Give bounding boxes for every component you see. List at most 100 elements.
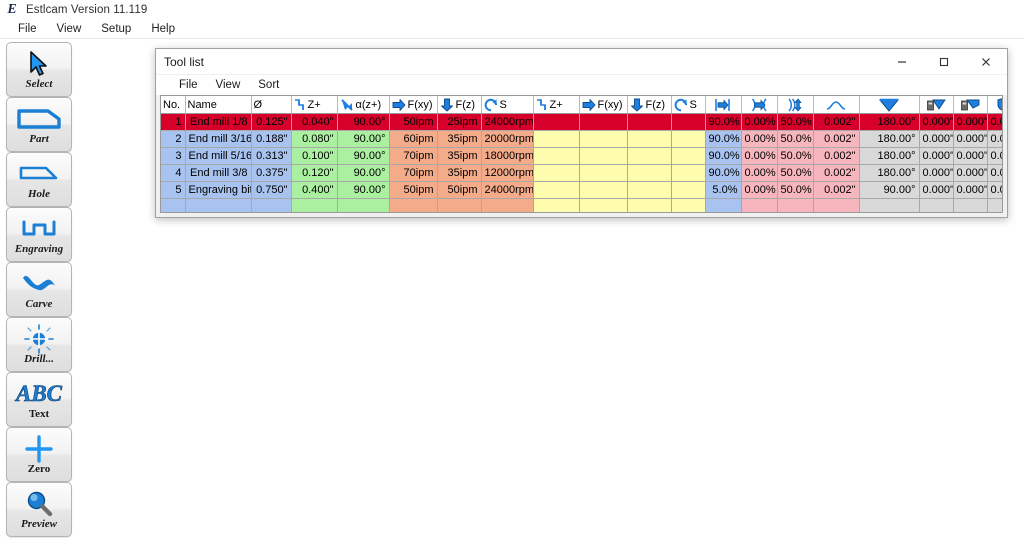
tool-table-scroll[interactable]: No. Name Ø Z+ α(z+) F(xy) F(z) S Z+ F(xy) F(z) S 1E… [160, 95, 1003, 213]
cell-p7[interactable] [953, 198, 988, 213]
cell-p8[interactable]: 0.000" [987, 113, 1002, 131]
cell-zplus2[interactable] [533, 147, 580, 165]
minimize-button[interactable] [881, 49, 923, 74]
column-header-p3[interactable] [777, 96, 814, 114]
sidebar-item-engraving[interactable]: Engraving [6, 207, 72, 262]
cell-fxy2[interactable] [579, 181, 628, 199]
cell-fz2[interactable] [627, 147, 672, 165]
cell-s2[interactable] [671, 113, 706, 131]
cell-p5[interactable]: 90.00° [859, 181, 920, 199]
cell-p4[interactable]: 0.002" [813, 147, 860, 165]
cell-p1[interactable]: 90.0% [705, 130, 742, 148]
cell-az[interactable]: 90.00° [337, 164, 390, 182]
cell-p6[interactable]: 0.000" [919, 147, 954, 165]
cell-p6[interactable]: 0.000" [919, 113, 954, 131]
cell-p5[interactable]: 180.00° [859, 113, 920, 131]
cell-fxy[interactable] [389, 198, 438, 213]
cell-az[interactable]: 90.00° [337, 113, 390, 131]
cell-p4[interactable]: 0.002" [813, 130, 860, 148]
cell-p8[interactable]: 0.000" [987, 130, 1002, 148]
cell-p6[interactable] [919, 198, 954, 213]
cell-dia[interactable]: 0.313" [251, 147, 292, 165]
table-row[interactable]: 2 End mill 3/16 0.188" 0.080" 90.00° 60ipm 35i… [161, 130, 1002, 148]
cell-no[interactable]: 1 [161, 113, 186, 131]
sidebar-item-drill[interactable]: Drill... [6, 317, 72, 372]
cell-dia[interactable]: 0.750" [251, 181, 292, 199]
cell-s[interactable] [481, 198, 534, 213]
cell-p2[interactable]: 0.00% [741, 164, 778, 182]
cell-fz2[interactable] [627, 113, 672, 131]
cell-dia[interactable]: 0.375" [251, 164, 292, 182]
cell-p5[interactable] [859, 198, 920, 213]
cell-fz2[interactable] [627, 198, 672, 213]
cell-az[interactable] [337, 198, 390, 213]
cell-name[interactable]: End mill 3/8 [185, 164, 252, 182]
cell-p2[interactable]: 0.00% [741, 147, 778, 165]
cell-p3[interactable]: 50.0% [777, 164, 814, 182]
cell-s[interactable]: 24000rpm [481, 113, 534, 131]
cell-p5[interactable]: 180.00° [859, 147, 920, 165]
column-header-name[interactable]: Name [185, 96, 252, 114]
table-row[interactable]: 4 End mill 3/8 0.375" 0.120" 90.00° 70ipm 35ip… [161, 164, 1002, 182]
dialog-menu-sort[interactable]: Sort [249, 77, 288, 93]
sidebar-item-carve[interactable]: Carve [6, 262, 72, 317]
cell-zplus[interactable]: 0.040" [291, 113, 338, 131]
cell-name[interactable]: End mill 3/16 [185, 130, 252, 148]
cell-zplus2[interactable] [533, 113, 580, 131]
column-header-p7[interactable] [953, 96, 988, 114]
cell-p7[interactable]: 0.000" [953, 164, 988, 182]
cell-p1[interactable]: 90.0% [705, 113, 742, 131]
cell-p3[interactable]: 50.0% [777, 113, 814, 131]
cell-s[interactable]: 18000rpm [481, 147, 534, 165]
cell-fz[interactable] [437, 198, 482, 213]
sidebar-item-part[interactable]: Part [6, 97, 72, 152]
column-header-s[interactable]: S [481, 96, 534, 114]
cell-p1[interactable] [705, 198, 742, 213]
cell-p6[interactable]: 0.000" [919, 181, 954, 199]
column-header-p5[interactable] [859, 96, 920, 114]
cell-az[interactable]: 90.00° [337, 147, 390, 165]
column-header-zplus[interactable]: Z+ [291, 96, 338, 114]
cell-p8[interactable]: 0.000" [987, 164, 1002, 182]
cell-fz2[interactable] [627, 164, 672, 182]
column-header-p8[interactable] [987, 96, 1002, 114]
cell-name[interactable]: End mill 5/16 [185, 147, 252, 165]
table-row[interactable] [161, 198, 1002, 213]
cell-fz[interactable]: 35ipm [437, 147, 482, 165]
cell-p7[interactable]: 0.000" [953, 181, 988, 199]
column-header-p1[interactable] [705, 96, 742, 114]
cell-fz2[interactable] [627, 181, 672, 199]
table-row[interactable]: 3 End mill 5/16 0.313" 0.100" 90.00° 70ipm 35i… [161, 147, 1002, 165]
column-header-p2[interactable] [741, 96, 778, 114]
cell-dia[interactable]: 0.188" [251, 130, 292, 148]
maximize-button[interactable] [923, 49, 965, 74]
column-header-no[interactable]: No. [161, 96, 186, 114]
cell-p7[interactable]: 0.000" [953, 147, 988, 165]
cell-zplus2[interactable] [533, 198, 580, 213]
cell-p4[interactable] [813, 198, 860, 213]
close-button[interactable] [965, 49, 1007, 74]
cell-p6[interactable]: 0.000" [919, 130, 954, 148]
cell-fxy2[interactable] [579, 198, 628, 213]
cell-zplus2[interactable] [533, 130, 580, 148]
cell-p2[interactable]: 0.00% [741, 130, 778, 148]
cell-name[interactable]: Engraving bit [185, 181, 252, 199]
cell-s2[interactable] [671, 147, 706, 165]
column-header-fz[interactable]: F(z) [437, 96, 482, 114]
column-header-zplus2[interactable]: Z+ [533, 96, 580, 114]
menu-file[interactable]: File [8, 21, 47, 37]
sidebar-item-select[interactable]: Select [6, 42, 72, 97]
cell-fxy[interactable]: 70ipm [389, 147, 438, 165]
cell-s[interactable]: 24000rpm [481, 181, 534, 199]
menu-help[interactable]: Help [141, 21, 185, 37]
cell-zplus2[interactable] [533, 181, 580, 199]
cell-p1[interactable]: 90.0% [705, 164, 742, 182]
cell-p2[interactable] [741, 198, 778, 213]
cell-p4[interactable]: 0.002" [813, 181, 860, 199]
cell-fz[interactable]: 35ipm [437, 164, 482, 182]
cell-fxy2[interactable] [579, 130, 628, 148]
cell-dia[interactable]: 0.125" [251, 113, 292, 131]
cell-p3[interactable]: 50.0% [777, 147, 814, 165]
cell-fz[interactable]: 50ipm [437, 181, 482, 199]
cell-fxy2[interactable] [579, 113, 628, 131]
